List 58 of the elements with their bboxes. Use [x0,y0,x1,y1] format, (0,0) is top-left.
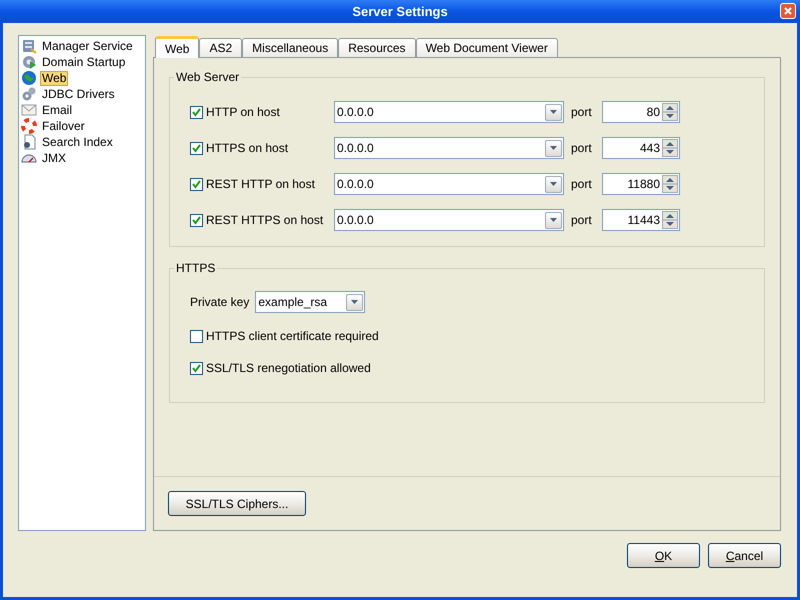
checkbox-label: HTTPS on host [206,140,290,157]
field-label: Private key [190,294,250,311]
globe-icon [21,70,37,86]
checkbox[interactable] [190,214,203,226]
gear-icon [21,54,37,70]
spinner-arrows-icon [662,103,678,121]
group-title: HTTPS [174,261,218,275]
port-spinner[interactable]: 80 [602,101,680,123]
host-dropdown[interactable]: 0.0.0.0 [334,137,564,159]
lifebuoy-icon [21,118,37,134]
checkbox-label: HTTPS client certificate required [206,328,379,345]
checkbox-label: REST HTTP on host [206,176,316,193]
document-icon [21,134,37,150]
tab[interactable]: Web [155,36,200,58]
checkbox-label: REST HTTPS on host [206,212,324,229]
close-button[interactable] [780,3,796,19]
spinner-arrows-icon [662,211,678,229]
gears-icon [21,86,37,102]
port-spinner[interactable]: 11880 [602,173,680,195]
port-label: port [571,176,593,193]
checkbox-label: SSL/TLS renegotiation allowed [206,360,371,377]
private-key-dropdown[interactable]: example_rsa [255,291,366,313]
sidebar-item[interactable]: Email [40,102,74,118]
port-spinner[interactable]: 11443 [602,209,680,231]
close-icon [783,6,793,16]
port-label: port [571,104,593,121]
sidebar-item[interactable]: Search Index [40,134,115,150]
server-icon [21,38,37,54]
checkbox[interactable] [190,362,203,374]
checkbox[interactable] [190,330,203,342]
ciphers-button[interactable]: SSL/TLS Ciphers... [168,491,306,516]
sidebar-item[interactable]: Domain Startup [40,54,128,70]
port-label: port [571,212,593,229]
checkbox[interactable] [190,106,203,118]
group-title: Web Server [174,70,242,84]
tab[interactable]: Web Document Viewer [416,38,558,57]
sidebar-item[interactable]: Manager Service [40,38,135,54]
sidebar-item[interactable]: JDBC Drivers [40,86,117,102]
dialog-button[interactable]: OK [627,543,700,568]
host-dropdown[interactable]: 0.0.0.0 [334,101,564,123]
sidebar-item[interactable]: JMX [40,150,68,166]
spinner-arrows-icon [662,139,678,157]
port-spinner[interactable]: 443 [602,137,680,159]
host-dropdown[interactable]: 0.0.0.0 [334,173,564,195]
checkbox[interactable] [190,142,203,154]
host-dropdown[interactable]: 0.0.0.0 [334,209,564,231]
spinner-arrows-icon [662,175,678,193]
sidebar-item[interactable]: Web [40,70,68,86]
dialog-button[interactable]: Cancel [708,543,781,568]
checkbox[interactable] [190,178,203,190]
window-title: Server Settings [352,2,448,21]
checkbox-label: HTTP on host [206,104,281,121]
envelope-icon [21,102,37,118]
port-label: port [571,140,593,157]
sidebar-item[interactable]: Failover [40,118,87,134]
tab[interactable]: AS2 [199,38,242,57]
tab[interactable]: Resources [338,38,416,57]
tab[interactable]: Miscellaneous [242,38,338,57]
